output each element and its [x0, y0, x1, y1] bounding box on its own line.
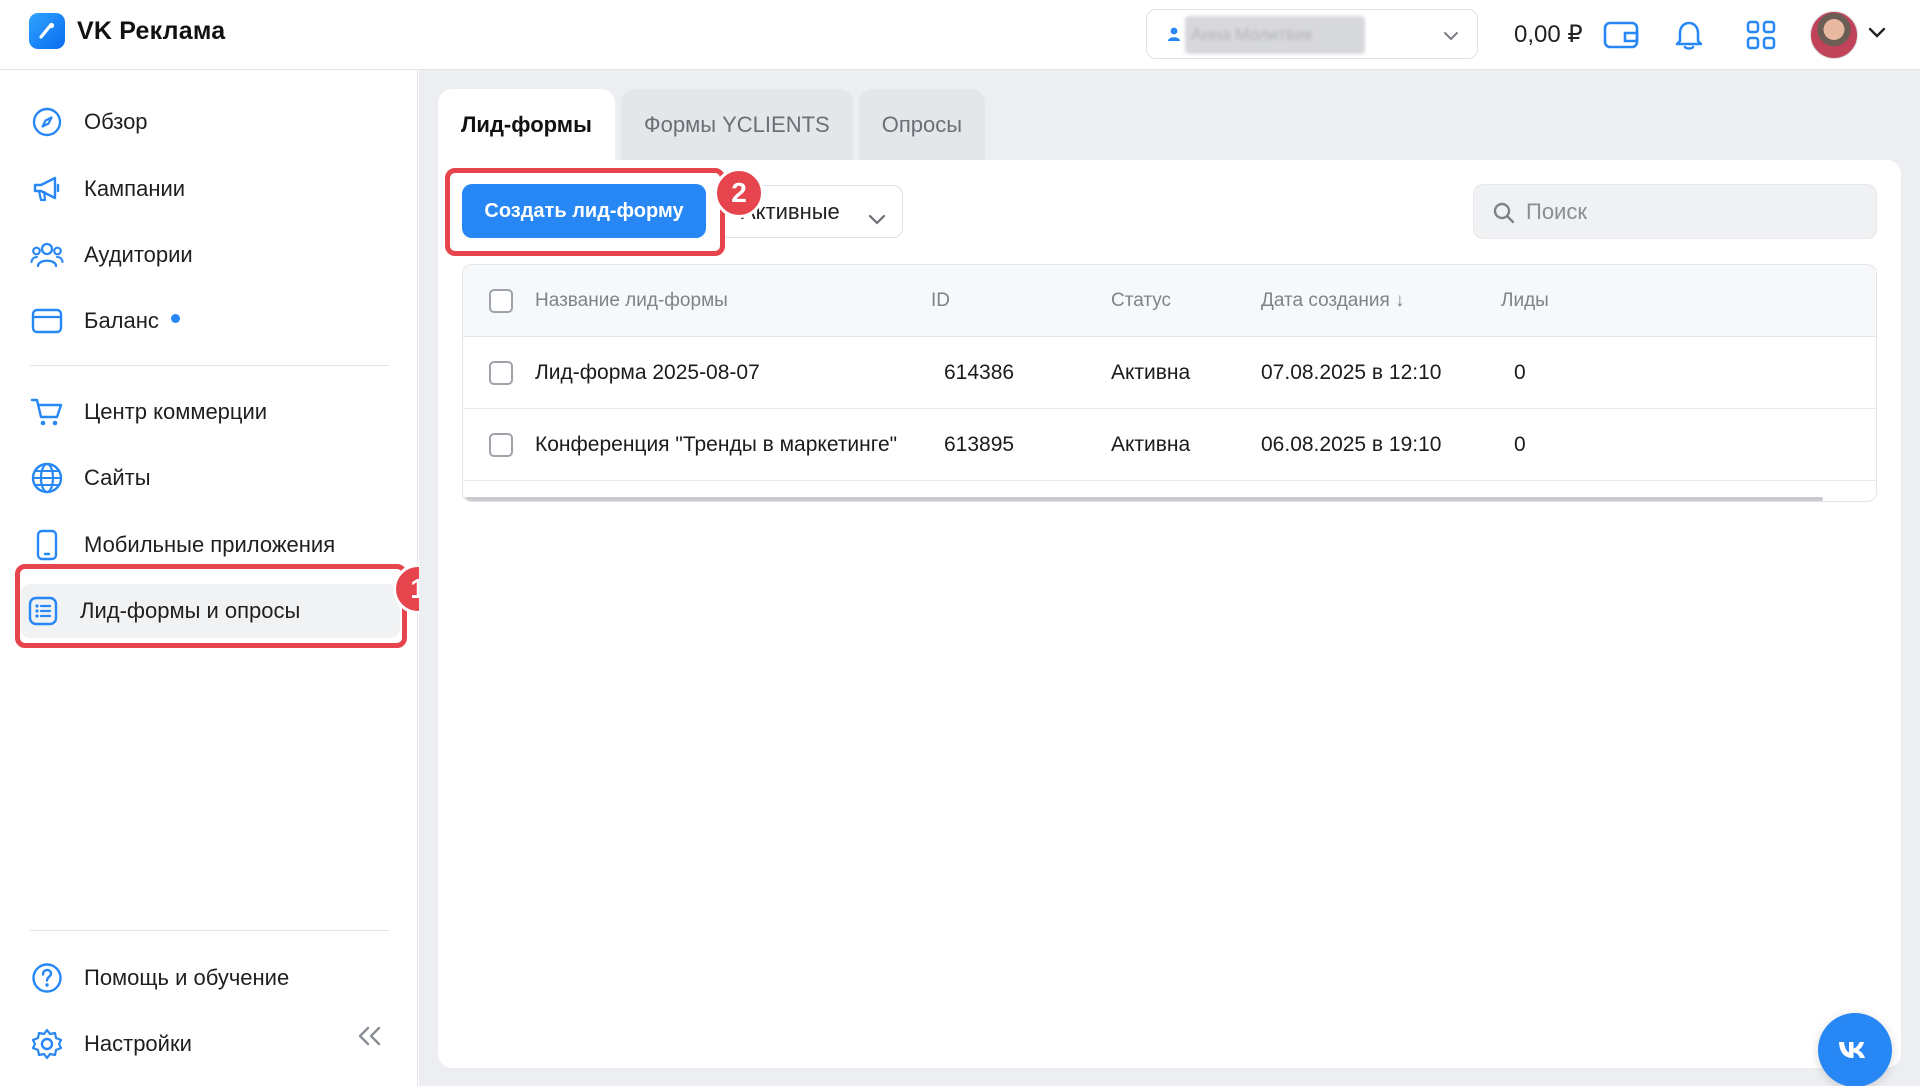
annotation-badge-2: 2: [714, 168, 764, 218]
wallet-icon[interactable]: [1602, 16, 1640, 54]
tab-lead-forms[interactable]: Лид-формы: [438, 89, 615, 161]
sidebar-item-campaigns[interactable]: Кампании: [24, 162, 394, 216]
lead-form-id: 614386: [944, 361, 1015, 384]
row-checkbox[interactable]: [489, 361, 513, 385]
sidebar-item-label: Кампании: [84, 176, 186, 201]
lead-form-status: Активна: [1111, 361, 1191, 384]
globe-icon: [30, 461, 64, 495]
sidebar-item-label: Помощь и обучение: [84, 965, 290, 990]
sidebar-item-label: Сайты: [84, 465, 151, 490]
column-header-name[interactable]: Название лид-формы: [535, 265, 728, 337]
gear-icon: [30, 1027, 64, 1061]
vk-logo-icon: [1839, 1042, 1865, 1058]
sidebar-item-help[interactable]: Помощь и обучение: [24, 951, 394, 1005]
sidebar-item-balance[interactable]: Баланс: [24, 294, 394, 348]
phone-icon: [30, 528, 64, 562]
balance-amount: 0,00 ₽: [1514, 21, 1583, 48]
sidebar-item-label: Настройки: [84, 1031, 192, 1056]
table-header: Название лид-формы ID Статус Дата создан…: [463, 265, 1876, 337]
compass-icon: [30, 105, 64, 139]
table-row[interactable]: Лид-форма 2025-08-07 614386 Активна 07.0…: [463, 337, 1876, 409]
lead-form-created: 06.08.2025 в 19:10: [1261, 433, 1442, 456]
lead-forms-table: Название лид-формы ID Статус Дата создан…: [462, 264, 1877, 502]
lead-form-name[interactable]: Лид-форма 2025-08-07: [535, 337, 760, 409]
bell-icon[interactable]: [1670, 16, 1708, 54]
vk-ads-logo-icon: [29, 13, 65, 49]
sidebar-item-sites[interactable]: Сайты: [24, 451, 394, 505]
tab-surveys[interactable]: Опросы: [858, 89, 986, 161]
annotation-highlight-1: [15, 564, 407, 648]
user-icon: [1167, 26, 1181, 47]
top-header: VK Реклама Анна Молитвик 0,00 ₽: [0, 0, 1920, 70]
wallet-icon: [30, 304, 64, 338]
users-icon: [30, 238, 64, 272]
search-input[interactable]: [1526, 193, 1856, 231]
logo-text: VK Реклама: [77, 16, 226, 45]
lead-form-leads: 0: [1514, 433, 1526, 456]
create-lead-form-button[interactable]: Создать лид-форму: [462, 184, 706, 238]
chevron-down-icon: [1443, 28, 1459, 46]
column-header-leads[interactable]: Лиды: [1501, 265, 1549, 337]
select-all-checkbox[interactable]: [489, 289, 513, 313]
search-box[interactable]: [1473, 184, 1877, 239]
sidebar-item-label: Мобильные приложения: [84, 532, 336, 557]
megaphone-icon: [30, 172, 64, 206]
notification-dot: [170, 313, 180, 323]
collapse-sidebar-icon[interactable]: [355, 1025, 385, 1052]
sidebar-item-overview[interactable]: Обзор: [24, 95, 394, 149]
column-header-status[interactable]: Статус: [1111, 265, 1171, 337]
sidebar-divider: [30, 365, 389, 366]
vk-chat-button[interactable]: [1818, 1013, 1892, 1086]
tab-yclients-forms[interactable]: Формы YCLIENTS: [620, 89, 853, 161]
apps-grid-icon[interactable]: [1742, 16, 1780, 54]
chevron-down-icon: [868, 205, 886, 231]
account-selector[interactable]: Анна Молитвик: [1146, 9, 1478, 59]
sidebar-divider: [30, 930, 389, 931]
sidebar-item-audiences[interactable]: Аудитории: [24, 228, 394, 282]
table-row[interactable]: Конференция "Тренды в маркетинге" 613895…: [463, 409, 1876, 481]
lead-form-created: 07.08.2025 в 12:10: [1261, 361, 1442, 384]
lead-form-id: 613895: [944, 433, 1015, 456]
sidebar-item-label: Обзор: [84, 109, 148, 134]
sidebar-item-label: Центр коммерции: [84, 399, 268, 424]
lead-form-leads: 0: [1514, 361, 1526, 384]
help-icon: [30, 961, 64, 995]
cart-icon: [30, 395, 64, 429]
account-name: Анна Молитвик: [1185, 16, 1365, 54]
sidebar-item-label: Баланс: [84, 308, 159, 333]
logo[interactable]: VK Реклама: [29, 13, 225, 49]
sidebar-item-settings[interactable]: Настройки: [24, 1017, 394, 1071]
lead-form-name[interactable]: Конференция "Тренды в маркетинге": [535, 409, 897, 481]
sidebar-item-label: Аудитории: [84, 242, 193, 267]
row-checkbox[interactable]: [489, 433, 513, 457]
column-header-created[interactable]: Дата создания ↓: [1261, 265, 1405, 337]
tabs-bar: Лид-формы Формы YCLIENTS Опросы: [438, 89, 986, 161]
search-icon: [1492, 201, 1516, 230]
chevron-down-icon[interactable]: [1868, 26, 1886, 44]
lead-form-status: Активна: [1111, 433, 1191, 456]
sidebar-item-commerce[interactable]: Центр коммерции: [24, 385, 394, 439]
avatar[interactable]: [1810, 11, 1858, 59]
column-header-id[interactable]: ID: [931, 265, 950, 337]
horizontal-scrollbar[interactable]: [465, 497, 1823, 501]
